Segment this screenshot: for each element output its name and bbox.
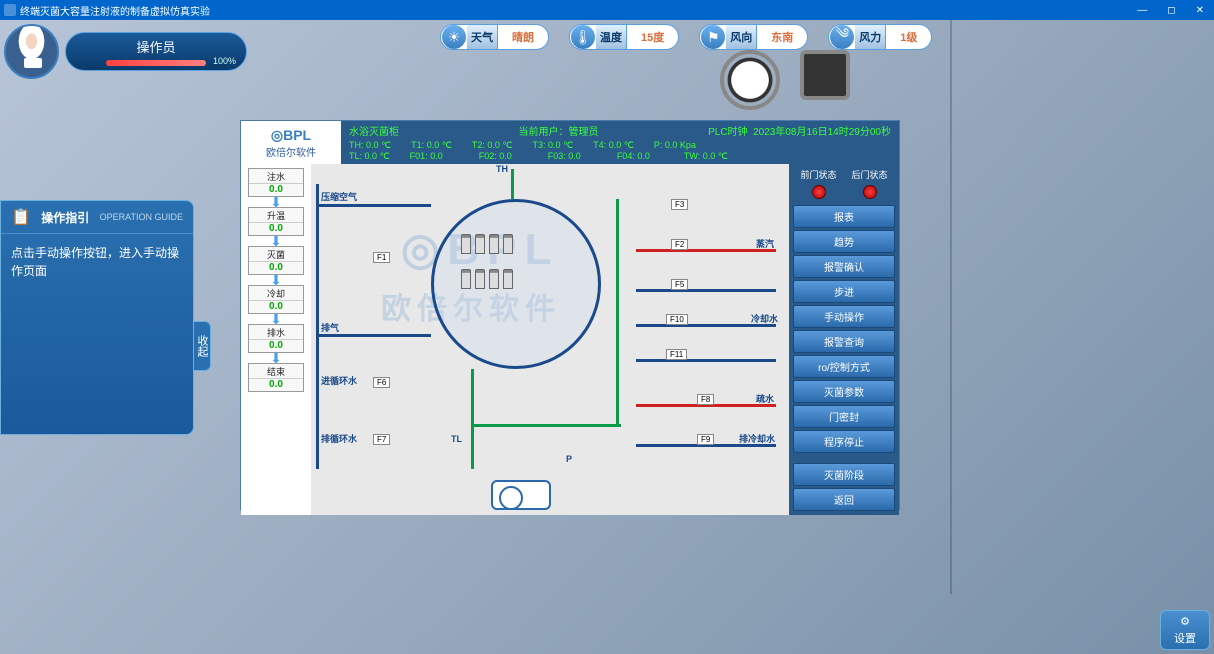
wind-icon: ༄ [830, 25, 854, 49]
minimize-button[interactable]: — [1131, 5, 1153, 16]
clipboard-icon: 📋 [11, 207, 31, 227]
settings-button[interactable]: ⚙ 设置 [1160, 610, 1210, 650]
current-user: 当前用户：管理员 [519, 123, 599, 138]
valve-f6[interactable]: F6 [373, 377, 390, 388]
step-cool[interactable]: 冷却0.0 [248, 285, 304, 314]
titlebar: 终端灭菌大容量注射液的制备虚拟仿真实验 — ◻ ✕ [0, 0, 1214, 20]
hp-percent: 100% [213, 56, 236, 66]
arrow-down-icon: ⬇ [270, 236, 282, 246]
env-temperature: 🌡 温度 15度 [569, 24, 679, 50]
guide-content: 点击手动操作按钮，进入手动操作页面 [1, 234, 193, 434]
step-inject-water[interactable]: 注水0.0 [248, 168, 304, 197]
valve-f5[interactable]: F5 [671, 279, 688, 290]
close-button[interactable]: ✕ [1190, 5, 1210, 16]
valve-f2[interactable]: F2 [671, 239, 688, 250]
valve-f1[interactable]: F1 [373, 252, 390, 263]
button-panel: 前门状态 后门状态 报表 趋势 报警确认 步进 手动操作 报警查询 ro/控制方… [789, 164, 899, 515]
pid-diagram: ◎BPL 欧倍尔软件 压缩空气 [311, 164, 789, 515]
step-button[interactable]: 步进 [793, 280, 895, 303]
guide-title: 操作指引 [41, 209, 89, 226]
hmi-panel: ◎BPL 欧倍尔软件 水浴灭菌柜 当前用户：管理员 PLC时钟 2023年08月… [240, 120, 900, 510]
manual-operation-button[interactable]: 手动操作 [793, 305, 895, 328]
app-icon [4, 4, 16, 16]
bottles-row-1 [461, 234, 513, 254]
hmi-logo: ◎BPL 欧倍尔软件 [241, 121, 341, 164]
step-sterilize[interactable]: 灭菌0.0 [248, 246, 304, 275]
program-stop-button[interactable]: 程序停止 [793, 430, 895, 453]
hmi-status-bar: 水浴灭菌柜 当前用户：管理员 PLC时钟 2023年08月16日14时29分00… [341, 121, 899, 164]
sterilizer-tank [431, 199, 601, 369]
sun-icon: ☀ [442, 25, 466, 49]
valve-f11[interactable]: F11 [666, 349, 687, 360]
sterilize-params-button[interactable]: 灭菌参数 [793, 380, 895, 403]
front-door-label: 前门状态 [800, 168, 836, 181]
arrow-down-icon: ⬇ [270, 353, 282, 363]
thermometer-icon: 🌡 [571, 25, 595, 49]
valve-f8[interactable]: F8 [697, 394, 714, 405]
back-door-light [863, 185, 877, 199]
plc-clock: PLC时钟 2023年08月16日14时29分00秒 [708, 123, 891, 138]
sterilize-phase-button[interactable]: 灭菌阶段 [793, 463, 895, 486]
alarm-query-button[interactable]: 报警查询 [793, 330, 895, 353]
valve-f7[interactable]: F7 [373, 434, 390, 445]
return-button[interactable]: 返回 [793, 488, 895, 511]
arrow-down-icon: ⬇ [270, 197, 282, 207]
door-seal-button[interactable]: 门密封 [793, 405, 895, 428]
valve-f3[interactable]: F3 [671, 199, 688, 210]
ro-control-mode-button[interactable]: ro/控制方式 [793, 355, 895, 378]
gear-icon: ⚙ [1180, 615, 1190, 628]
process-steps: 注水0.0 ⬇ 升温0.0 ⬇ 灭菌0.0 ⬇ 冷却0.0 ⬇ 排水0.0 ⬇ … [241, 164, 311, 515]
arrow-down-icon: ⬇ [270, 275, 282, 285]
report-button[interactable]: 报表 [793, 205, 895, 228]
operator-name-badge: 操作员 100% [65, 32, 247, 71]
flag-icon: ⚑ [701, 25, 725, 49]
env-weather: ☀ 天气 晴朗 [440, 24, 549, 50]
environment-bar: ☀ 天气 晴朗 🌡 温度 15度 ⚑ 风向 东南 ༄ 风力 1级 [440, 24, 932, 50]
back-door-label: 后门状态 [851, 168, 887, 181]
operator-avatar[interactable] [4, 24, 59, 79]
env-wind-direction: ⚑ 风向 东南 [699, 24, 808, 50]
system-name: 水浴灭菌柜 [349, 123, 409, 138]
trend-button[interactable]: 趋势 [793, 230, 895, 253]
room-divider [950, 20, 952, 594]
step-heat-up[interactable]: 升温0.0 [248, 207, 304, 236]
step-end[interactable]: 结束0.0 [248, 363, 304, 392]
bottles-row-2 [461, 269, 513, 289]
valve-f10[interactable]: F10 [666, 314, 688, 325]
collapse-button[interactable]: 收起 [193, 321, 211, 371]
guide-panel: 📋 操作指引 OPERATION GUIDE 点击手动操作按钮，进入手动操作页面… [0, 200, 194, 435]
front-door-light [812, 185, 826, 199]
env-wind-force: ༄ 风力 1级 [828, 24, 932, 50]
pump [491, 480, 551, 510]
valve-f9[interactable]: F9 [697, 434, 714, 445]
window-title: 终端灭菌大容量注射液的制备虚拟仿真实验 [20, 3, 210, 18]
wall-gauge-2 [800, 50, 850, 100]
operator-name: 操作员 [106, 37, 206, 56]
operator-panel: 操作员 100% [4, 24, 247, 79]
hp-bar [106, 60, 206, 66]
guide-subtitle: OPERATION GUIDE [100, 212, 183, 222]
wall-gauge-1 [720, 50, 780, 110]
maximize-button[interactable]: ◻ [1161, 5, 1181, 16]
arrow-down-icon: ⬇ [270, 314, 282, 324]
alarm-confirm-button[interactable]: 报警确认 [793, 255, 895, 278]
step-drain[interactable]: 排水0.0 [248, 324, 304, 353]
